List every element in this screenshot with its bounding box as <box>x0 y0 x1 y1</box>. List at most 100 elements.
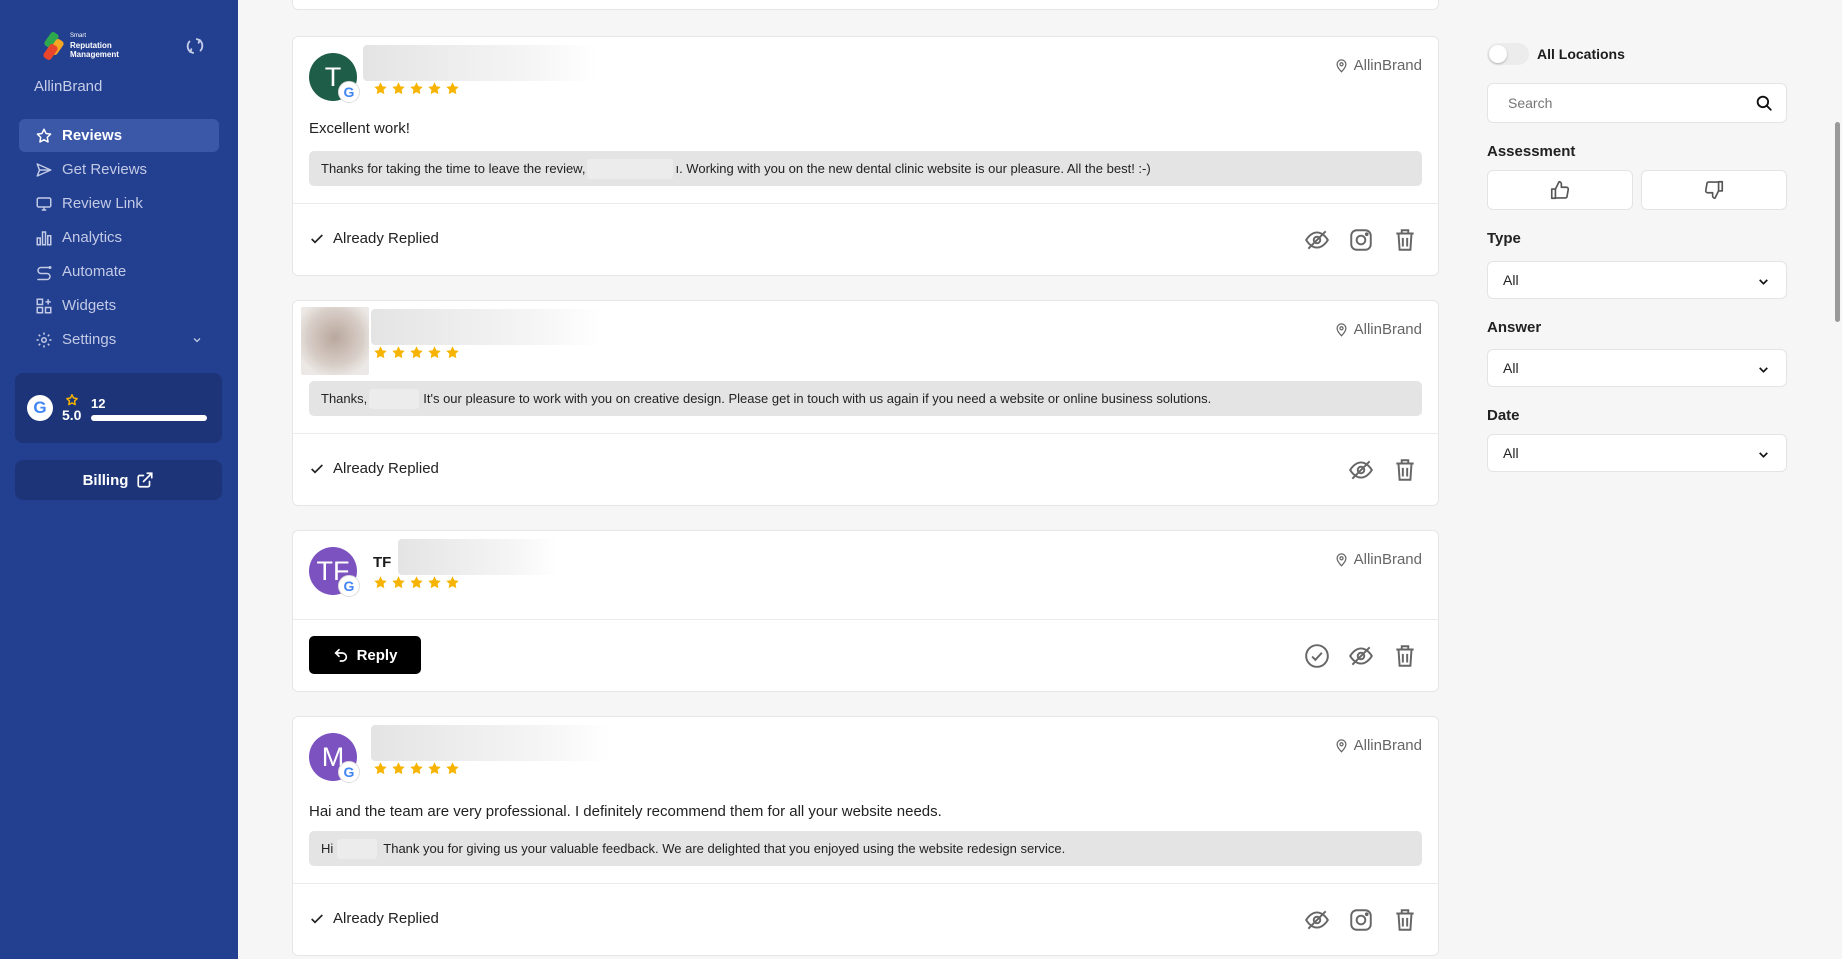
thumbs-down-icon <box>1704 180 1724 200</box>
review-card: M G AllinBrand Hai and the team are very… <box>292 716 1439 956</box>
location-pin-icon <box>1336 323 1347 337</box>
date-label: Date <box>1487 407 1520 424</box>
star-filled-icon <box>374 82 387 95</box>
star-filled-icon <box>428 576 441 589</box>
main-nav: Reviews Get Reviews Review Link Analytic… <box>19 119 219 357</box>
nav-item-analytics[interactable]: Analytics <box>19 221 219 254</box>
nav-item-get-reviews[interactable]: Get Reviews <box>19 153 219 186</box>
reply-button[interactable]: Reply <box>309 636 421 674</box>
bar-chart-icon <box>36 230 52 245</box>
reply-text: Hi Thank you for giving us your valuable… <box>309 831 1422 866</box>
thumbs-down-button[interactable] <box>1641 170 1787 210</box>
hide-icon[interactable] <box>1304 227 1330 253</box>
star-filled-icon <box>374 576 387 589</box>
review-count: 12 <box>91 396 106 411</box>
review-card-footer: Already Replied <box>293 433 1438 505</box>
hide-icon[interactable] <box>1304 907 1330 933</box>
reviewer-name-redacted <box>371 725 611 761</box>
trash-icon[interactable] <box>1392 227 1418 253</box>
star-filled-icon <box>410 346 423 359</box>
search-icon[interactable] <box>1755 94 1773 112</box>
google-icon: G <box>338 81 360 103</box>
billing-button[interactable]: Billing <box>15 460 222 500</box>
page-scrollbar[interactable] <box>1832 0 1842 959</box>
review-location: AllinBrand <box>1334 57 1422 74</box>
google-icon: G <box>338 761 360 783</box>
sync-icon[interactable] <box>184 35 206 57</box>
scrollbar-thumb[interactable] <box>1835 122 1840 322</box>
nav-item-automate[interactable]: Automate <box>19 255 219 288</box>
monitor-icon <box>36 196 52 211</box>
search-input[interactable] <box>1487 83 1787 123</box>
review-text: Excellent work! <box>309 120 410 137</box>
review-actions <box>1304 643 1418 669</box>
location-pin-icon <box>1336 553 1347 567</box>
trash-icon[interactable] <box>1392 457 1418 483</box>
answer-label: Answer <box>1487 319 1542 336</box>
review-card-footer: Reply <box>293 619 1438 691</box>
average-rating: 5.0 <box>62 407 82 423</box>
trash-icon[interactable] <box>1392 907 1418 933</box>
review-text: Hai and the team are very professional. … <box>309 803 942 820</box>
previous-review-card <box>292 0 1439 10</box>
review-location: AllinBrand <box>1334 551 1422 568</box>
review-card: TF G TF AllinBrand Reply <box>292 530 1439 692</box>
reply-text: Thanks, It's our pleasure to work with y… <box>309 381 1422 416</box>
chevron-down-icon[interactable] <box>191 334 203 346</box>
sidebar: Smart Reputation Management AllinBrand R… <box>0 0 238 959</box>
review-actions <box>1304 907 1418 933</box>
star-rating <box>373 81 460 96</box>
reviewer-name-redacted <box>371 309 601 345</box>
hide-icon[interactable] <box>1348 643 1374 669</box>
review-actions <box>1348 457 1418 483</box>
replied-status: Already Replied <box>309 230 439 247</box>
star-filled-icon <box>392 576 405 589</box>
replied-status: Already Replied <box>309 910 439 927</box>
instagram-icon[interactable] <box>1348 907 1374 933</box>
trash-icon[interactable] <box>1392 643 1418 669</box>
chevron-down-icon <box>1759 452 1768 458</box>
star-filled-icon <box>446 576 459 589</box>
type-select[interactable]: All <box>1487 261 1787 299</box>
all-locations-toggle[interactable] <box>1487 43 1529 65</box>
assessment-label: Assessment <box>1487 143 1576 160</box>
answer-select[interactable]: All <box>1487 349 1787 387</box>
reviewer-photo-redacted <box>301 307 369 375</box>
star-filled-icon <box>392 762 405 775</box>
star-filled-icon <box>428 762 441 775</box>
star-filled-icon <box>374 762 387 775</box>
thumbs-up-button[interactable] <box>1487 170 1633 210</box>
mark-replied-icon[interactable] <box>1304 643 1330 669</box>
star-filled-icon <box>392 346 405 359</box>
gear-icon <box>36 332 52 347</box>
rating-summary-card: G 5.0 12 <box>15 373 222 443</box>
rating-progress-bar <box>91 415 207 421</box>
app-logo[interactable]: Smart Reputation Management <box>42 30 119 62</box>
send-icon <box>36 162 52 177</box>
date-select[interactable]: All <box>1487 434 1787 472</box>
nav-item-settings[interactable]: Settings <box>19 323 219 356</box>
brand-name: AllinBrand <box>34 78 103 95</box>
reviewer-name-redacted <box>363 45 598 81</box>
redacted-text <box>369 388 420 409</box>
automate-icon <box>37 265 52 280</box>
type-label: Type <box>1487 230 1521 247</box>
reviewer-name-redacted <box>398 539 558 575</box>
hide-icon[interactable] <box>1348 457 1374 483</box>
thumbs-up-icon <box>1550 180 1570 200</box>
nav-item-widgets[interactable]: Widgets <box>19 289 219 322</box>
star-filled-icon <box>374 346 387 359</box>
nav-item-review-link[interactable]: Review Link <box>19 187 219 220</box>
nav-item-reviews[interactable]: Reviews <box>19 119 219 152</box>
review-card-footer: Already Replied <box>293 203 1438 275</box>
review-location: AllinBrand <box>1334 321 1422 338</box>
review-card: AllinBrand Thanks, It's our pleasure to … <box>292 300 1439 506</box>
star-filled-icon <box>428 346 441 359</box>
all-locations-row: All Locations <box>1487 43 1625 65</box>
check-icon <box>311 463 323 474</box>
reviewer-name: TF <box>373 554 392 571</box>
star-filled-icon <box>446 762 459 775</box>
widgets-icon <box>36 298 52 313</box>
star-rating <box>373 761 460 776</box>
instagram-icon[interactable] <box>1348 227 1374 253</box>
